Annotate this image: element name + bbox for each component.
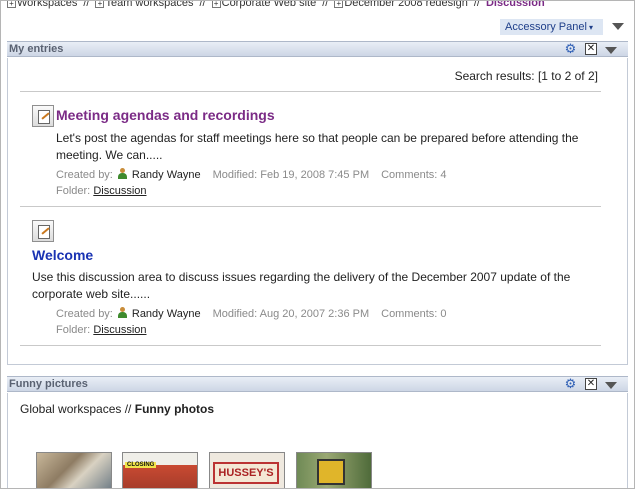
entry-meta: Created by: Randy Wayne Modified: Aug 20, … — [56, 307, 447, 320]
main-window: + Workspaces//+ Team workspaces//+ Corporat… — [0, 0, 635, 489]
entry-title-link[interactable]: Welcome — [32, 247, 93, 263]
discussion-entry-icon[interactable] — [32, 220, 54, 242]
panel-title: Funny pictures — [9, 378, 88, 390]
breadcrumb-december-2008-redesign[interactable]: December 2008 redesign — [344, 1, 468, 9]
breadcrumb-current: Discussion — [485, 0, 545, 9]
created-by-label: Created by: — [56, 169, 113, 181]
modified-date: Modified: Feb 19, 2008 7:45 PM — [212, 169, 370, 181]
author-link[interactable]: Randy Wayne — [132, 169, 201, 181]
comments-count: Comments: 4 — [381, 169, 447, 181]
thumbnail-sign — [317, 459, 345, 485]
expand-icon[interactable]: + — [334, 1, 344, 8]
entry-meta: Created by: Randy Wayne Modified: Feb 19, … — [56, 168, 447, 181]
photo-thumbnail[interactable]: CLOSING — [122, 452, 198, 488]
expand-icon[interactable]: + — [95, 1, 105, 8]
path-global-workspaces[interactable]: Global workspaces // — [20, 402, 131, 416]
user-icon — [117, 307, 128, 318]
search-results-count: Search results: [1 to 2 of 2] — [454, 69, 598, 83]
breadcrumb-corporate-web-site[interactable]: Corporate Web site — [222, 1, 317, 9]
breadcrumb-separator: // — [322, 0, 329, 9]
close-icon[interactable]: ✕ — [585, 43, 597, 55]
divider — [20, 206, 601, 207]
folder-label: Folder: — [56, 324, 91, 336]
collapse-icon[interactable] — [605, 47, 617, 54]
entry-title-link[interactable]: Meeting agendas and recordings — [56, 107, 275, 123]
user-icon — [117, 168, 128, 179]
discussion-entry-icon[interactable] — [32, 105, 54, 127]
photo-thumbnail[interactable] — [36, 452, 112, 488]
author-link[interactable]: Randy Wayne — [132, 308, 201, 320]
entry-excerpt: Let's post the agendas for staff meeting… — [56, 131, 579, 162]
thumbnail-sign-text: CLOSING — [125, 462, 157, 468]
divider — [20, 345, 601, 346]
gear-icon[interactable]: ⚙ — [564, 42, 577, 56]
folder-link[interactable]: Discussion — [93, 324, 146, 336]
created-by-label: Created by: — [56, 308, 113, 320]
entry-folder: Folder: Discussion — [56, 324, 147, 336]
close-icon[interactable]: ✕ — [585, 378, 597, 390]
expand-icon[interactable]: + — [211, 1, 221, 8]
accessory-panel-dropdown[interactable]: Accessory Panel ▾ — [500, 19, 603, 35]
accessory-panel-label: Accessory Panel — [505, 21, 587, 33]
breadcrumb-team-workspaces[interactable]: Team workspaces — [105, 1, 193, 9]
path-current: Funny photos — [134, 402, 215, 416]
entry-excerpt: Use this discussion area to discuss issu… — [32, 270, 571, 301]
breadcrumb-separator: // — [83, 0, 90, 9]
photo-thumbnail[interactable]: HUSSEY'S — [209, 452, 285, 488]
entry-folder: Folder: Discussion — [56, 185, 147, 197]
folder-link[interactable]: Discussion — [93, 185, 146, 197]
breadcrumb-workspaces[interactable]: Workspaces — [17, 1, 77, 9]
funny-pictures-header: Funny pictures ⚙ ✕ — [7, 376, 628, 392]
breadcrumb-separator: // — [199, 0, 206, 9]
thumbnail-sign-text: HUSSEY'S — [213, 462, 279, 484]
comments-count: Comments: 0 — [381, 308, 447, 320]
folder-label: Folder: — [56, 185, 91, 197]
panel-title: My entries — [9, 43, 64, 55]
breadcrumb: + Workspaces//+ Team workspaces//+ Corporat… — [7, 0, 545, 13]
collapse-icon[interactable] — [605, 382, 617, 389]
dropdown-arrow-icon: ▾ — [588, 23, 593, 32]
divider — [20, 91, 601, 92]
collapse-all-icon[interactable] — [612, 23, 624, 30]
photo-breadcrumb: Global workspaces // Funny photos — [20, 402, 214, 416]
photo-thumbnail[interactable] — [296, 452, 372, 488]
my-entries-header: My entries ⚙ ✕ — [7, 41, 628, 57]
breadcrumb-separator: // — [473, 0, 480, 9]
gear-icon[interactable]: ⚙ — [564, 377, 577, 391]
expand-icon[interactable]: + — [7, 1, 16, 8]
modified-date: Modified: Aug 20, 2007 2:36 PM — [212, 308, 370, 320]
